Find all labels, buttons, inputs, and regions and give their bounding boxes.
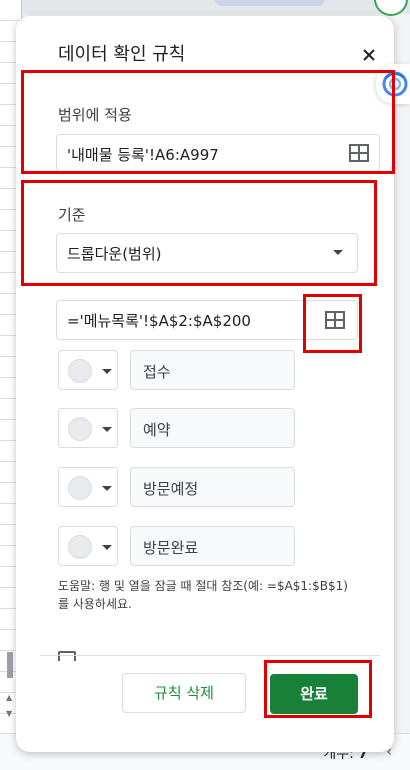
- apply-range-value: '내매물 등록'!A6:A997: [67, 146, 219, 164]
- criteria-label: 기준: [58, 206, 86, 224]
- delete-rule-button[interactable]: 규칙 삭제: [122, 673, 246, 713]
- color-picker[interactable]: [58, 467, 118, 507]
- list-item: 방문예정: [58, 467, 298, 507]
- sheet-toolbar: [0, 0, 410, 14]
- color-swatch: [68, 417, 92, 441]
- color-swatch: [68, 476, 92, 500]
- criteria-dropdown[interactable]: 드롭다운(범위): [56, 233, 358, 273]
- svg-text:▼: ▼: [6, 709, 13, 718]
- grid-select-icon[interactable]: [325, 311, 345, 329]
- color-picker[interactable]: [58, 408, 118, 448]
- toolbar-pill[interactable]: [215, 0, 325, 6]
- grid-select-icon[interactable]: [349, 144, 369, 162]
- caret-down-icon: [102, 427, 112, 432]
- item-value-input[interactable]: 접수: [130, 350, 295, 390]
- caret-down-icon: [102, 486, 112, 491]
- color-picker[interactable]: [58, 350, 118, 390]
- color-swatch: [68, 535, 92, 559]
- caret-down-icon: [102, 545, 112, 550]
- close-icon[interactable]: [358, 44, 380, 66]
- done-button[interactable]: 완료: [270, 674, 358, 714]
- caret-down-icon: [102, 369, 112, 374]
- dialog-title: 데이터 확인 규칙: [58, 44, 186, 65]
- help-text: 도움말: 행 및 열을 잠글 때 절대 참조(예: =$A$1:$B$1)를 사…: [58, 579, 348, 611]
- list-item: 접수: [58, 350, 298, 390]
- criteria-range-value: ='메뉴목록'!$A$2:$A$200: [67, 312, 251, 330]
- item-value-input[interactable]: 예약: [130, 408, 295, 448]
- data-validation-panel: 데이터 확인 규칙 범위에 적용 '내매물 등록'!A6:A997 기준 드롭다…: [16, 16, 394, 752]
- apply-range-input[interactable]: '내매물 등록'!A6:A997: [56, 134, 380, 172]
- color-swatch: [68, 359, 92, 383]
- criteria-range-input[interactable]: ='메뉴목록'!$A$2:$A$200: [56, 300, 358, 340]
- criteria-value: 드롭다운(범위): [67, 245, 162, 263]
- item-value-input[interactable]: 방문예정: [130, 467, 295, 507]
- list-item: 예약: [58, 408, 298, 448]
- svg-text:▲: ▲: [6, 693, 13, 702]
- item-value-input[interactable]: 방문완료: [130, 526, 295, 566]
- assistant-icon[interactable]: [376, 64, 410, 104]
- apply-range-label: 범위에 적용: [58, 106, 132, 124]
- option-checkbox[interactable]: [58, 651, 76, 661]
- color-picker[interactable]: [58, 526, 118, 566]
- sheet-scrollbar[interactable]: ▲ ▼: [6, 650, 16, 722]
- footer-divider: [40, 655, 380, 656]
- caret-down-icon: [333, 250, 343, 255]
- list-item: 방문완료: [58, 526, 298, 566]
